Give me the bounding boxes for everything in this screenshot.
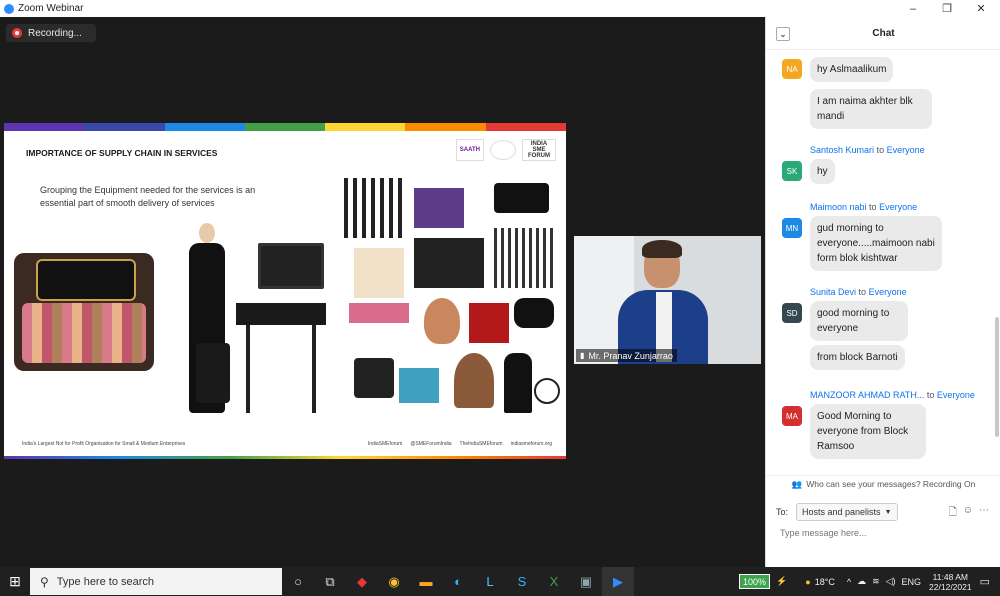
plug-icon: ⚡ [776,576,788,586]
slide-bottom-bar [4,456,566,459]
video-stage: Recording... IMPORTANCE OF SUPPLY CHAIN … [0,17,765,567]
file-explorer-icon[interactable]: ▬ [410,567,442,596]
message-sender: MANZOOR AHMAD RATH... to Everyone [810,390,975,400]
who-can-see-notice[interactable]: 👥 Who can see your messages? Recording O… [766,475,1000,492]
excel-icon[interactable]: X [538,567,570,596]
people-icon: 👥 [791,478,803,489]
message-sender: Sunita Devi to Everyone [810,287,907,297]
slide-social-links: IndiaSMEforum @SMEForumIndia TheIndiaSME… [368,441,552,447]
chat-message-list[interactable]: NA hy Aslmaalikum I am naima akhter blk … [766,51,996,476]
avatar: SK [782,161,802,181]
language-indicator[interactable]: ENG [902,577,922,587]
windows-start-icon[interactable]: ⊞ [0,567,30,596]
file-icon[interactable]: 🗋 [949,505,957,522]
emblem-logo [490,140,516,160]
twitter-handle: @SMEForumIndia [410,441,452,447]
slide-subtitle: Grouping the Equipment needed for the se… [40,185,256,208]
avatar: NA [782,59,802,79]
saath-logo: SAATH [455,139,484,161]
slide-footer: India's Largest Not for Profit Organisat… [22,441,186,447]
signal-icon: ▮ [580,351,585,360]
weather-icon: ● [805,576,811,587]
slide-title: IMPORTANCE OF SUPPLY CHAIN IN SERVICES [26,148,218,158]
recording-indicator[interactable]: Recording... [6,24,96,42]
makeup-station-image [196,243,326,413]
clock-date: 22/12/2021 [929,581,972,592]
recording-icon [12,28,22,38]
chat-title: Chat [872,27,895,39]
india-sme-forum-logo: INDIA SME FORUM [522,139,556,161]
window-title: Zoom Webinar [18,3,84,14]
battery-indicator[interactable]: 100% [739,574,771,589]
system-tray: 100% ⚡ ● 18°C ^ ☁ ≋ ◁) ENG 11:48 AM 22/1… [739,567,1000,596]
recipient-row: To: Hosts and panelists ▼ [776,503,898,521]
youtube-handle: TheIndiaSMEforum [459,441,503,447]
slide-logos: SAATH INDIA SME FORUM [455,139,556,161]
taskbar-search-box[interactable]: ⚲ Type here to search [30,568,282,595]
chat-header: ⌄ Chat [766,17,1000,50]
slide-rainbow-bar [4,123,566,131]
message-bubble: from block Barnoti [810,345,905,370]
chevron-down-icon: ▼ [884,508,892,516]
minimize-button[interactable]: – [898,0,928,17]
speaker-video-tile[interactable]: ▮ Mr. Pranav Zunjarrao [574,236,761,364]
skype-icon[interactable]: S [506,567,538,596]
windows-taskbar: ⊞ ⚲ Type here to search ○ ⧉ ◆ ◉ ▬ ◐ L S … [0,567,1000,596]
avatar: SD [782,303,802,323]
chevron-up-icon[interactable]: ^ [847,577,851,587]
lync-icon[interactable]: L [474,567,506,596]
avatar: MA [782,406,802,426]
more-icon[interactable]: ⋯ [979,505,989,522]
to-label: To: [776,507,789,517]
taskbar-clock[interactable]: 11:48 AM 22/12/2021 [929,572,972,592]
recipient-dropdown[interactable]: Hosts and panelists ▼ [796,503,898,521]
website-url: indiasmeforum.org [510,441,552,447]
chat-tools: 🗋 ☺ ⋯ [949,505,989,522]
message-bubble: gud morning to everyone.....maimoon nabi… [810,216,942,271]
edge-icon[interactable]: ◐ [442,567,474,596]
recording-label: Recording... [28,27,82,39]
cortana-icon[interactable]: ○ [282,567,314,596]
chat-message-input[interactable] [778,527,992,539]
volume-icon[interactable]: ◁) [886,576,896,587]
message-bubble: Good Morning to everyone from Block Rams… [810,404,926,459]
weather-temp[interactable]: 18°C [815,577,835,587]
taskbar-search-placeholder: Type here to search [56,575,155,588]
close-button[interactable]: ✕ [966,0,996,17]
mcafee-icon[interactable]: ◆ [346,567,378,596]
chrome-icon[interactable]: ◉ [378,567,410,596]
message-bubble: hy [810,159,835,184]
search-icon: ⚲ [40,574,49,589]
participant-name-label: ▮ Mr. Pranav Zunjarrao [576,349,677,362]
message-bubble: I am naima akhter blk mandi [810,89,932,129]
chat-panel: ⌄ Chat NA hy Aslmaalikum I am naima akht… [765,17,1000,567]
message-bubble: hy Aslmaalikum [810,57,894,82]
title-bar: Zoom Webinar – ❐ ✕ [0,0,1000,17]
chevron-down-icon[interactable]: ⌄ [776,27,790,41]
clock-time: 11:48 AM [932,571,968,582]
avatar: MN [782,218,802,238]
zoom-app-icon [4,3,14,14]
salon-equipment-collage [344,178,560,418]
facebook-handle: IndiaSMEforum [367,441,403,447]
onedrive-icon[interactable]: ☁ [857,576,866,587]
maximize-button[interactable]: ❐ [932,0,962,17]
chat-scrollbar[interactable] [995,317,999,437]
camera-icon[interactable]: ▣ [570,567,602,596]
message-sender: Santosh Kumari to Everyone [810,145,925,155]
message-bubble: good morning to everyone [810,301,908,341]
zoom-taskbar-icon[interactable]: ▶ [602,567,634,596]
message-sender: Maimoon nabi to Everyone [810,202,918,212]
shared-slide: IMPORTANCE OF SUPPLY CHAIN IN SERVICES G… [4,123,566,459]
notification-icon[interactable]: ▭ [980,575,990,588]
task-view-icon[interactable]: ⧉ [314,567,346,596]
makeup-kit-image [14,253,154,371]
emoji-icon[interactable]: ☺ [963,505,973,522]
wifi-icon[interactable]: ≋ [872,576,880,587]
